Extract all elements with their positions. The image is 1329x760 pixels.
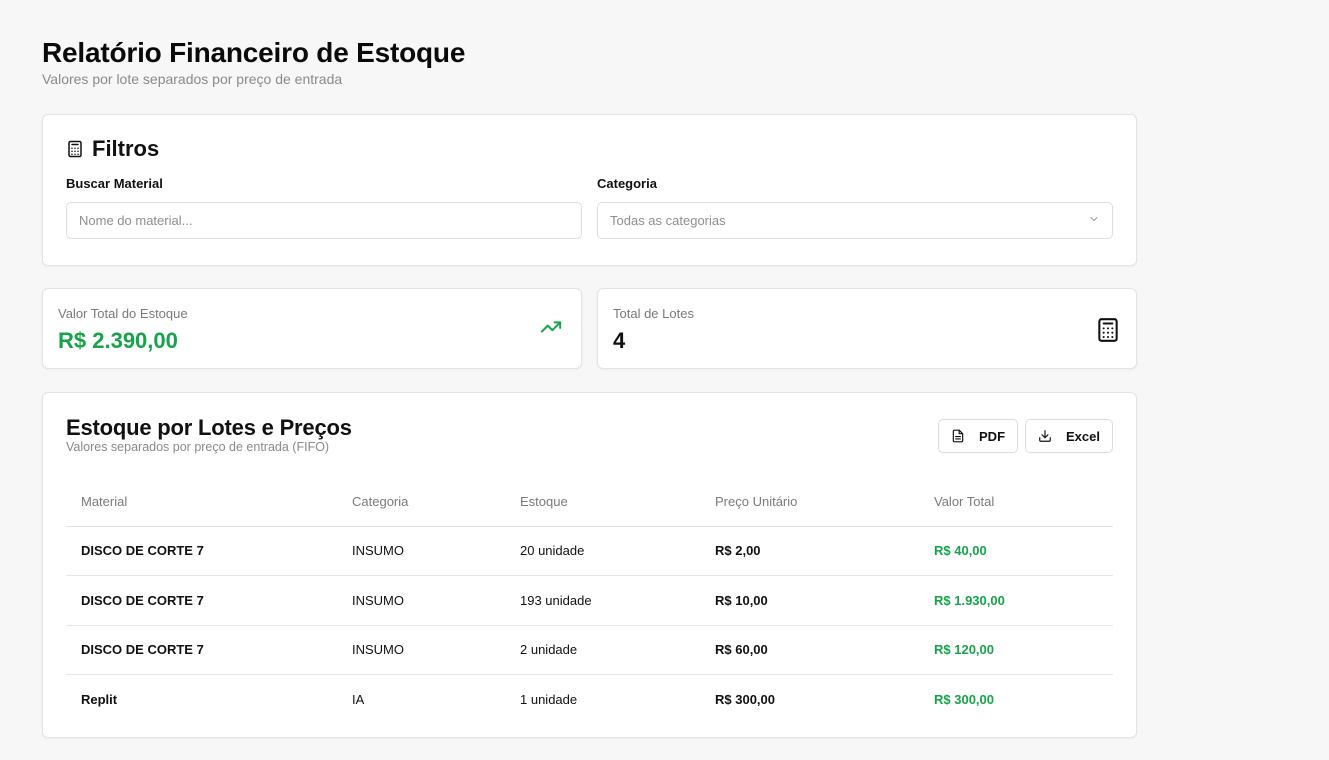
cell-total: R$ 300,00 xyxy=(934,692,994,707)
table-header-row: Material Categoria Estoque Preço Unitári… xyxy=(66,477,1113,527)
cell-unit-price: R$ 2,00 xyxy=(700,526,919,576)
cell-total: R$ 120,00 xyxy=(919,625,1113,675)
export-actions: PDF Excel xyxy=(938,419,1113,453)
total-value-amount: R$ 2.390,00 xyxy=(58,328,178,353)
column-header-category: Categoria xyxy=(337,477,505,527)
cell-category: INSUMO xyxy=(337,625,505,675)
inventory-table-card: Estoque por Lotes e Preços Valores separ… xyxy=(42,392,1137,738)
category-selected: Todas as categorias xyxy=(610,213,726,228)
column-header-total: Valor Total xyxy=(919,477,1113,527)
column-header-material: Material xyxy=(66,477,337,527)
cell-unit-price: R$ 10,00 xyxy=(700,575,919,626)
column-header-unit-price: Preço Unitário xyxy=(700,477,919,527)
category-filter: Categoria Todas as categorias xyxy=(597,175,1113,239)
table-title: Estoque por Lotes e Preços xyxy=(66,415,352,440)
chevron-down-icon xyxy=(1088,213,1100,228)
filter-row: Buscar Material Nome do material... Cate… xyxy=(66,175,1113,239)
inventory-table: Material Categoria Estoque Preço Unitári… xyxy=(66,477,1113,724)
cell-material: DISCO DE CORTE 7 xyxy=(66,526,337,576)
cell-material: DISCO DE CORTE 7 xyxy=(66,575,337,626)
cell-stock: 1 unidade xyxy=(520,692,578,707)
column-header-stock: Estoque xyxy=(505,477,700,527)
trending-up-icon xyxy=(536,316,566,343)
table-row: DISCO DE CORTE 7 INSUMO 193 unidade R$ 1… xyxy=(66,575,1113,626)
cell-category: INSUMO xyxy=(337,575,505,626)
cell-total: R$ 40,00 xyxy=(919,526,1113,576)
filters-header: Filtros xyxy=(66,136,1113,162)
search-filter: Buscar Material Nome do material... xyxy=(66,175,582,239)
table-header: Estoque por Lotes e Preços Valores separ… xyxy=(66,416,1113,454)
cell-stock: 20 unidade xyxy=(505,526,700,576)
cell-stock: 2 unidade xyxy=(505,625,700,675)
page-subtitle: Valores por lote separados por preço de … xyxy=(42,71,343,87)
total-value-label: Valor Total do Estoque xyxy=(58,306,188,321)
search-placeholder: Nome do material... xyxy=(79,213,193,228)
export-pdf-button[interactable]: PDF xyxy=(938,419,1019,453)
total-value-card: Valor Total do Estoque R$ 2.390,00 xyxy=(42,288,582,369)
export-pdf-label: PDF xyxy=(979,428,1006,444)
cell-category: IA xyxy=(352,692,365,707)
table-subtitle: Valores separados por preço de entrada (… xyxy=(66,440,330,454)
cell-unit-price: R$ 300,00 xyxy=(715,692,775,707)
filters-card: Filtros Buscar Material Nome do material… xyxy=(42,114,1137,266)
stats-row: Valor Total do Estoque R$ 2.390,00 Total… xyxy=(42,288,1137,369)
calculator-icon xyxy=(66,140,84,158)
table-heading: Estoque por Lotes e Preços Valores separ… xyxy=(66,415,352,455)
total-lots-count: 4 xyxy=(613,328,626,353)
table-row: Replit IA 1 unidade R$ 300,00 R$ 300,00 xyxy=(66,675,1113,725)
cell-unit-price: R$ 60,00 xyxy=(700,625,919,675)
table-row: DISCO DE CORTE 7 INSUMO 2 unidade R$ 60,… xyxy=(66,625,1113,675)
total-lots-card: Total de Lotes 4 xyxy=(597,288,1137,369)
download-icon xyxy=(1039,430,1051,442)
category-select[interactable]: Todas as categorias xyxy=(597,202,1113,239)
calculator-icon xyxy=(1095,316,1121,349)
export-excel-button[interactable]: Excel xyxy=(1025,419,1113,453)
page-title: Relatório Financeiro de Estoque xyxy=(42,37,466,68)
filters-title: Filtros xyxy=(92,136,160,161)
table-row: DISCO DE CORTE 7 INSUMO 20 unidade R$ 2,… xyxy=(66,526,1113,576)
cell-stock: 193 unidade xyxy=(505,575,700,626)
file-text-icon xyxy=(952,429,964,443)
search-input[interactable]: Nome do material... xyxy=(66,202,582,239)
export-excel-label: Excel xyxy=(1066,428,1100,444)
category-label: Categoria xyxy=(597,176,657,191)
cell-material: Replit xyxy=(81,692,118,707)
search-label: Buscar Material xyxy=(66,176,163,191)
cell-category: INSUMO xyxy=(337,526,505,576)
page: Relatório Financeiro de Estoque Valores … xyxy=(42,36,1137,738)
total-lots-label: Total de Lotes xyxy=(613,306,694,321)
cell-total: R$ 1.930,00 xyxy=(919,575,1113,626)
cell-material: DISCO DE CORTE 7 xyxy=(66,625,337,675)
